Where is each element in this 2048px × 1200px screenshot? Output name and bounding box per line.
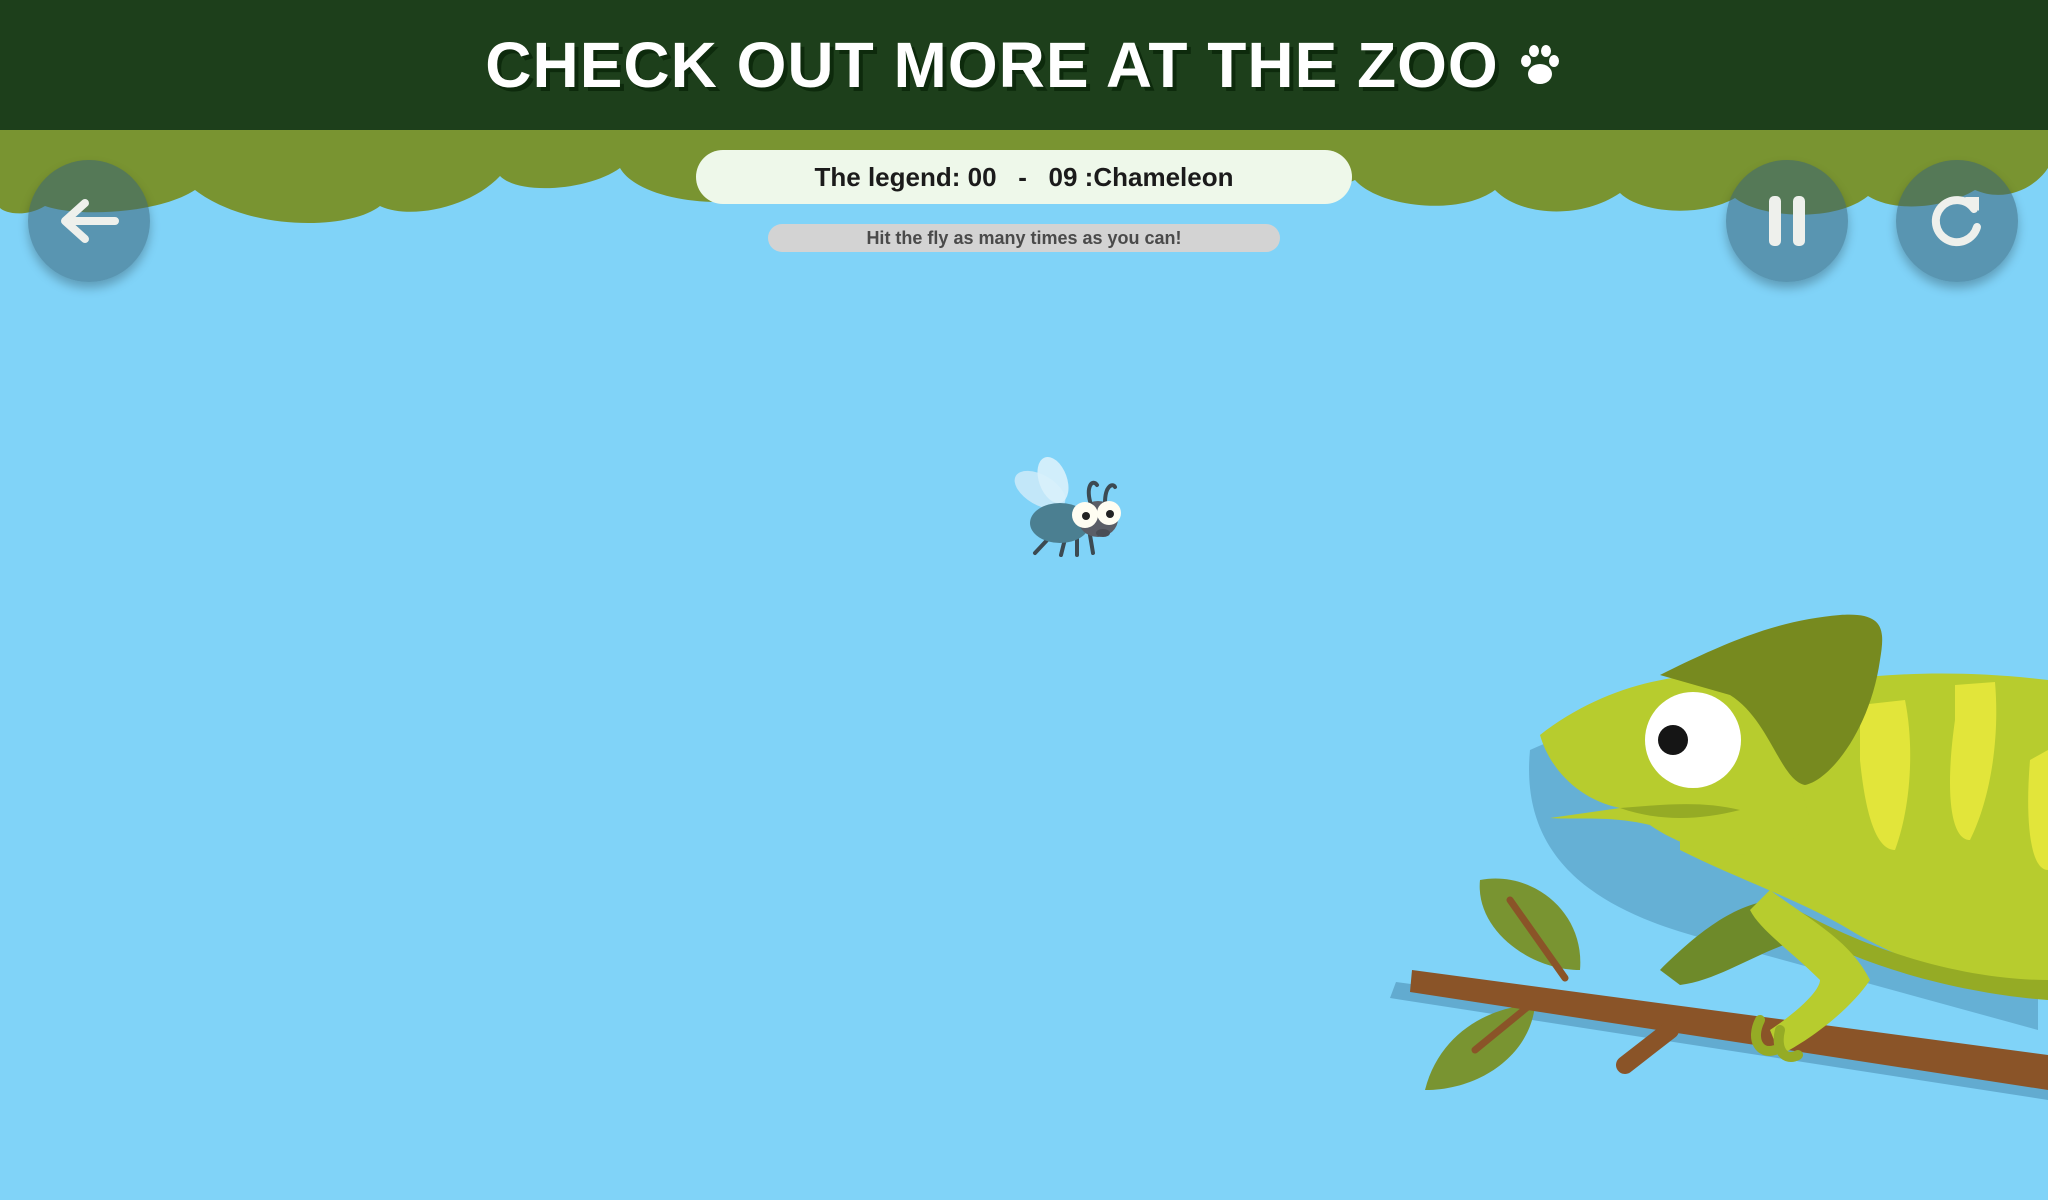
restart-button[interactable] [1896, 160, 2018, 282]
pause-icon [1769, 196, 1805, 246]
top-banner: CHECK OUT MORE AT THE ZOO [0, 0, 2048, 130]
chameleon [1390, 614, 2048, 1100]
hint-text: Hit the fly as many times as you can! [768, 224, 1280, 252]
back-arrow-icon [61, 199, 119, 243]
legend-display: The legend: 00 - 09 :Chameleon [696, 150, 1352, 204]
fly[interactable] [1005, 455, 1135, 565]
banner-title[interactable]: CHECK OUT MORE AT THE ZOO [485, 28, 1498, 102]
back-button[interactable] [28, 160, 150, 282]
pause-button[interactable] [1726, 160, 1848, 282]
restart-icon [1931, 196, 1981, 247]
paw-icon [1517, 42, 1563, 88]
